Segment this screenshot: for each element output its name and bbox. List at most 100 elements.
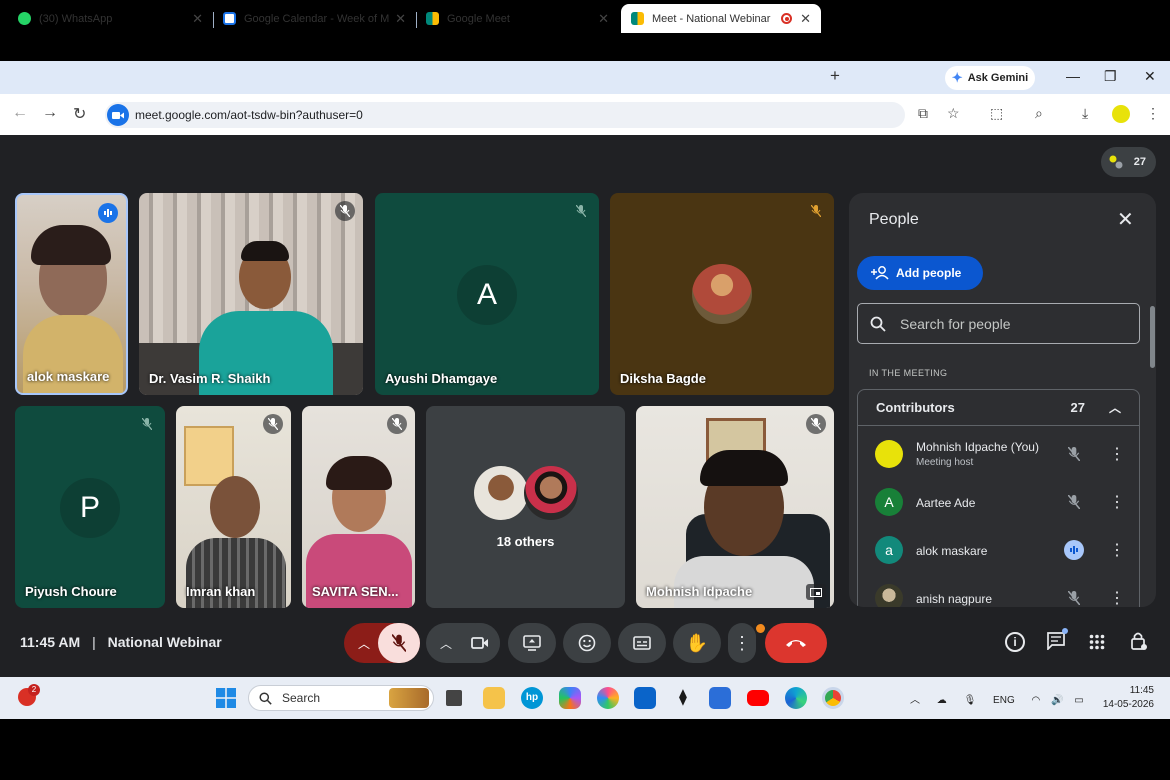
chevron-up-icon[interactable]: ︿: [1109, 399, 1121, 416]
muted-mic-icon: [263, 414, 283, 434]
muted-mic-icon: [335, 201, 355, 221]
translate-icon[interactable]: ⧉: [918, 105, 928, 122]
video-tile-savita-sen[interactable]: SAVITA SEN...: [302, 406, 415, 608]
more-options-icon[interactable]: ⋮: [1109, 492, 1125, 512]
captions-button[interactable]: [618, 623, 666, 663]
minimize-button[interactable]: —: [1066, 68, 1080, 84]
recording-icon: [781, 13, 793, 24]
browser-menu-icon[interactable]: ⋮: [1146, 105, 1160, 122]
video-tile-diksha-bagde[interactable]: Diksha Bagde: [610, 193, 834, 395]
chat-icon[interactable]: [1046, 632, 1066, 652]
chrome-icon[interactable]: [822, 687, 844, 709]
meeting-details-icon[interactable]: i: [1005, 632, 1025, 652]
task-view-icon[interactable]: [446, 690, 462, 706]
panel-scrollbar[interactable]: [1150, 306, 1155, 368]
list-item[interactable]: a alok maskare ⋮: [858, 528, 1139, 574]
list-item[interactable]: anish nagpure ⋮: [858, 576, 1139, 607]
leave-call-button[interactable]: [765, 623, 827, 663]
activities-icon[interactable]: [1089, 634, 1105, 650]
raise-hand-button[interactable]: ✋: [673, 623, 721, 663]
youtube-icon[interactable]: [747, 690, 769, 706]
download-icon[interactable]: ⤓: [1082, 105, 1088, 122]
speaking-indicator-icon[interactable]: [1064, 540, 1084, 560]
close-window-button[interactable]: ✕: [1144, 68, 1156, 85]
meet-icon: [631, 12, 644, 25]
profile-avatar[interactable]: [1112, 105, 1130, 123]
taskbar-search[interactable]: Search: [248, 685, 434, 711]
close-tab-icon[interactable]: ✕: [395, 11, 406, 27]
muted-mic-icon: [806, 201, 826, 221]
video-tile-ayushi-dhamgaye[interactable]: A Ayushi Dhamgaye: [375, 193, 599, 395]
muted-mic-icon[interactable]: [1064, 492, 1084, 512]
close-tab-icon[interactable]: ✕: [598, 11, 609, 27]
others-tile[interactable]: 18 others: [426, 406, 625, 608]
more-options-icon[interactable]: ⋮: [1109, 540, 1125, 560]
forward-button[interactable]: →: [42, 104, 58, 122]
present-screen-button[interactable]: [508, 623, 556, 663]
photos-icon[interactable]: [597, 687, 619, 709]
reload-button[interactable]: ↻: [73, 104, 86, 124]
camera-toggle-button[interactable]: [460, 623, 500, 663]
video-tile-piyush-choure[interactable]: P Piyush Choure: [15, 406, 165, 608]
volume-icon[interactable]: 🔊: [1051, 695, 1063, 706]
dropbox-icon[interactable]: ⧫: [672, 687, 694, 709]
copilot-icon[interactable]: [559, 687, 581, 709]
participant-avatar: [474, 466, 528, 520]
search-people-input[interactable]: Search for people: [857, 303, 1140, 344]
video-tile-alok-maskare[interactable]: alok maskare: [15, 193, 128, 395]
back-button[interactable]: ←: [12, 104, 28, 122]
muted-mic-icon[interactable]: [1064, 444, 1084, 464]
participant-name: Ayushi Dhamgaye: [385, 371, 498, 386]
participant-name: Mohnish Idpache: [646, 584, 753, 599]
chevron-up-icon[interactable]: ︿: [910, 695, 920, 706]
microsoft-store-icon[interactable]: [709, 687, 731, 709]
list-item[interactable]: Mohnish Idpache (You) Meeting host ⋮: [858, 432, 1139, 478]
close-panel-button[interactable]: ✕: [1117, 207, 1134, 232]
onedrive-icon[interactable]: ☁: [937, 695, 947, 706]
video-tile-imran-khan[interactable]: Imran khan: [176, 406, 291, 608]
tab-meet-national-webinar[interactable]: Meet - National Webinar ✕: [621, 4, 821, 33]
extensions-icon[interactable]: ⬚: [990, 105, 1003, 122]
start-button[interactable]: [216, 688, 236, 708]
edge-icon[interactable]: [785, 687, 807, 709]
more-options-button[interactable]: ⋮: [728, 623, 756, 663]
participant-avatar: [692, 264, 752, 324]
wifi-icon[interactable]: ◠: [1032, 695, 1041, 706]
participant-count-badge[interactable]: 27: [1101, 147, 1156, 177]
people-icon: [1109, 155, 1123, 169]
video-tile-mohnish-idpache[interactable]: Mohnish Idpache: [636, 406, 834, 608]
tab-google-calendar[interactable]: Google Calendar - Week of Ma ✕: [213, 4, 416, 33]
bookmark-star-icon[interactable]: ☆: [947, 105, 960, 122]
contributors-header[interactable]: Contributors 27 ︿: [858, 390, 1139, 426]
url-text[interactable]: meet.google.com/aot-tsdw-bin?authuser=0: [135, 108, 363, 122]
new-tab-button[interactable]: +: [830, 66, 840, 86]
reactions-button[interactable]: [563, 623, 611, 663]
tab-whatsapp[interactable]: (30) WhatsApp ✕: [8, 4, 213, 33]
pin-frame-icon[interactable]: [806, 584, 826, 600]
close-tab-icon[interactable]: ✕: [192, 11, 203, 27]
file-explorer-icon[interactable]: [483, 687, 505, 709]
outlook-icon[interactable]: [634, 687, 656, 709]
site-info-icon[interactable]: [107, 104, 129, 126]
battery-icon[interactable]: ▭: [1074, 695, 1083, 706]
more-options-icon[interactable]: ⋮: [1109, 588, 1125, 607]
microphone-toggle-button[interactable]: [378, 623, 420, 663]
list-item[interactable]: A Aartee Ade ⋮: [858, 480, 1139, 526]
section-heading: IN THE MEETING: [869, 368, 948, 378]
taskbar-clock[interactable]: 11:45 14-05-2026: [1098, 684, 1154, 712]
participant-name: Piyush Choure: [25, 584, 117, 599]
more-options-icon[interactable]: ⋮: [1109, 444, 1125, 464]
tab-search-icon[interactable]: ⌕: [1035, 105, 1043, 122]
host-controls-icon[interactable]: [1130, 631, 1148, 651]
tab-google-meet[interactable]: Google Meet ✕: [416, 4, 619, 33]
search-icon: [870, 316, 886, 332]
muted-mic-icon[interactable]: [1064, 588, 1084, 607]
add-person-icon: [871, 266, 889, 280]
hp-app-icon[interactable]: hp: [521, 687, 543, 709]
close-tab-icon[interactable]: ✕: [800, 11, 811, 27]
microphone-icon[interactable]: 🎙: [964, 695, 977, 706]
ask-gemini-button[interactable]: ✦ Ask Gemini: [945, 66, 1035, 90]
video-tile-vasim-shaikh[interactable]: Dr. Vasim R. Shaikh: [139, 193, 363, 395]
restore-button[interactable]: ❐: [1104, 68, 1117, 85]
add-people-button[interactable]: Add people: [857, 256, 983, 290]
